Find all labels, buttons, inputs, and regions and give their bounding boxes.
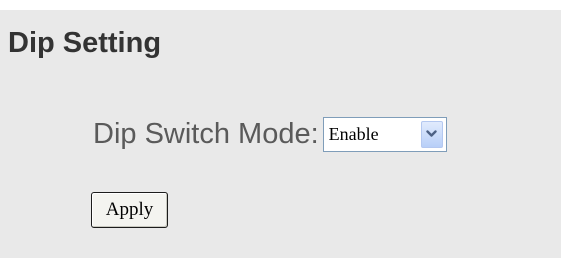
chevron-down-icon xyxy=(426,130,437,137)
settings-panel: Dip Setting Dip Switch Mode: Enable Appl… xyxy=(0,10,561,258)
dip-switch-mode-selected-value: Enable xyxy=(328,124,379,144)
dip-switch-mode-label: Dip Switch Mode: xyxy=(93,118,319,150)
dropdown-arrow-button[interactable] xyxy=(420,120,443,148)
page-title: Dip Setting xyxy=(8,27,162,59)
dip-switch-mode-row: Dip Switch Mode: Enable xyxy=(93,114,447,154)
dip-switch-mode-select[interactable]: Enable xyxy=(322,116,447,152)
apply-button[interactable]: Apply xyxy=(91,192,168,228)
